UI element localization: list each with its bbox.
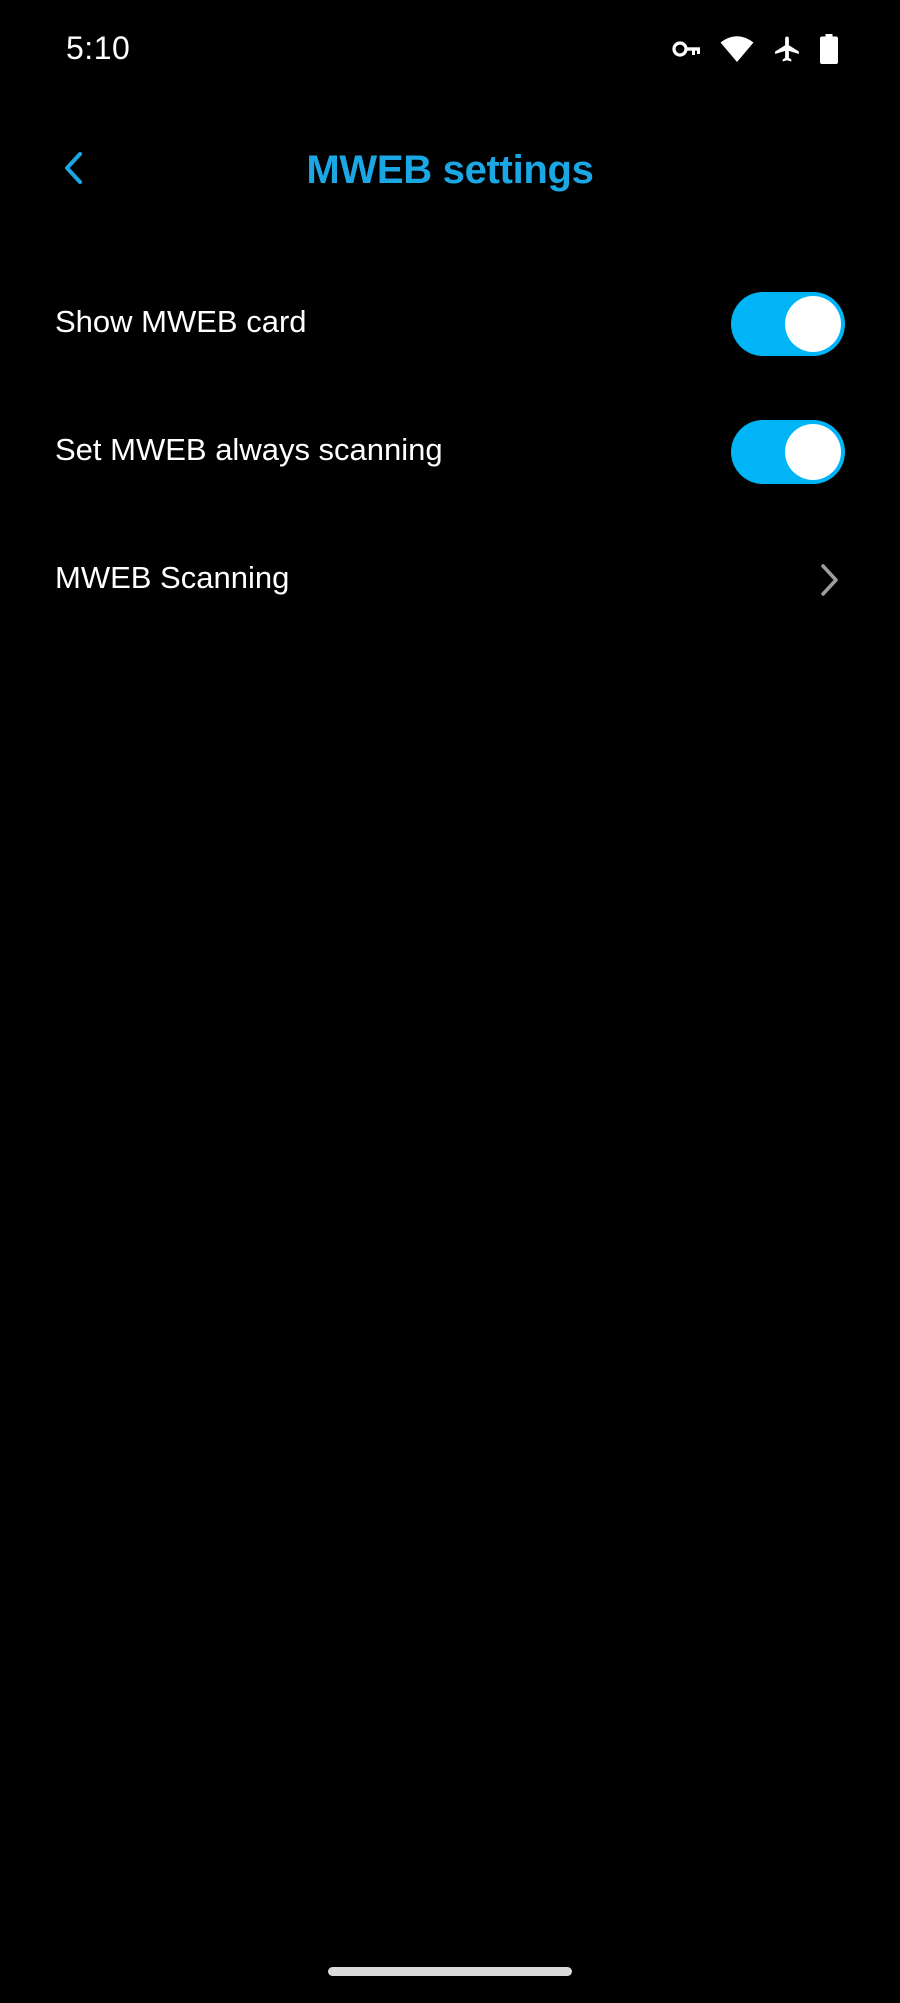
- page-title: MWEB settings: [306, 148, 594, 192]
- setting-row-always-scanning: Set MWEB always scanning: [0, 388, 900, 516]
- toggle-knob: [785, 296, 841, 352]
- status-icons: [672, 34, 838, 64]
- vpn-key-icon: [672, 39, 702, 59]
- setting-row-show-mweb-card: Show MWEB card: [0, 260, 900, 388]
- show-mweb-card-toggle[interactable]: [731, 292, 845, 356]
- home-indicator[interactable]: [328, 1967, 572, 1976]
- airplane-mode-icon: [772, 34, 802, 64]
- status-time: 5:10: [66, 30, 131, 66]
- settings-list: Show MWEB card Set MWEB always scanning …: [0, 260, 900, 644]
- always-scanning-toggle[interactable]: [731, 420, 845, 484]
- toggle-knob: [785, 424, 841, 480]
- setting-label: MWEB Scanning: [55, 560, 290, 595]
- setting-label: Set MWEB always scanning: [55, 432, 443, 467]
- chevron-right-icon: [814, 560, 844, 600]
- app-header: MWEB settings: [0, 120, 900, 220]
- battery-icon: [820, 34, 838, 64]
- setting-label: Show MWEB card: [55, 304, 307, 339]
- wifi-icon: [720, 35, 754, 63]
- status-bar: 5:10: [0, 0, 900, 100]
- setting-row-mweb-scanning[interactable]: MWEB Scanning: [0, 516, 900, 644]
